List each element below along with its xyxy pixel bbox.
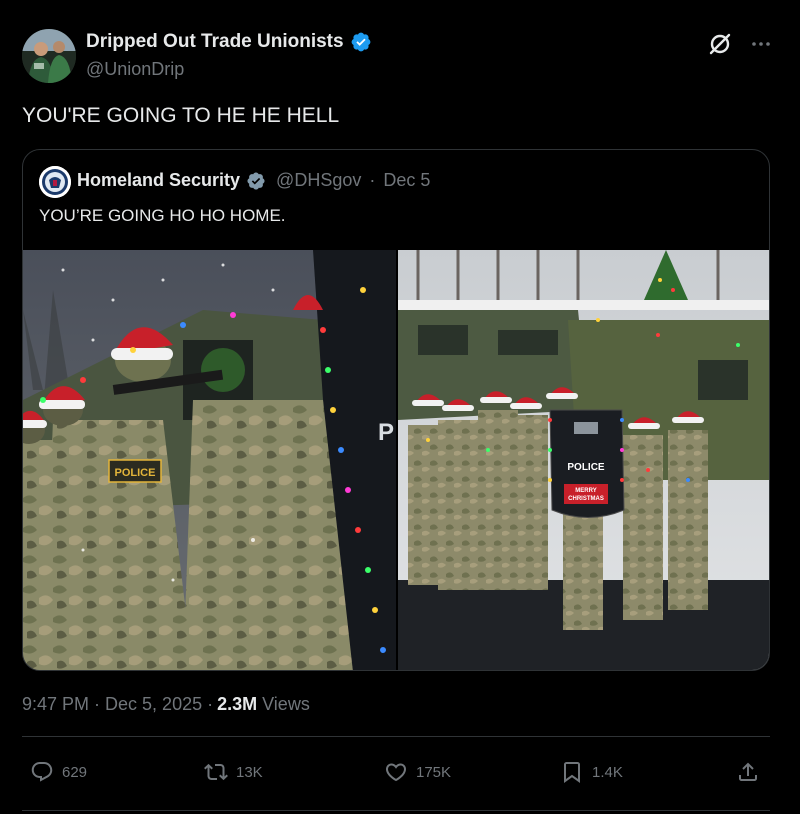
like-icon (385, 763, 407, 782)
repost-count: 13K (236, 763, 263, 781)
quoted-image-left[interactable]: P POLICE (23, 250, 396, 670)
author-handle[interactable]: @UnionDrip (86, 59, 184, 80)
post: Dripped Out Trade Unionists @UnionDrip Y… (0, 0, 800, 814)
bookmark-icon (564, 762, 580, 783)
post-meta: 9:47 PM · Dec 5, 2025 · 2.3M Views (22, 694, 310, 715)
author-avatar-image (22, 29, 76, 83)
views-label: Views (262, 694, 310, 714)
like-button[interactable]: 175K (384, 760, 451, 784)
more-icon[interactable] (748, 31, 774, 57)
post-text: YOU'RE GOING TO HE HE HELL (22, 104, 340, 127)
author-avatar[interactable] (22, 29, 76, 83)
shield-sub-line2: CHRISTMAS (568, 496, 604, 502)
quoted-post[interactable]: Homeland Security @DHSgov · Dec 5 YOU’RE… (22, 149, 770, 671)
quoted-text: YOU’RE GOING HO HO HOME. (39, 206, 286, 225)
share-button[interactable] (736, 760, 760, 784)
divider (22, 736, 770, 737)
police-patch-left: POLICE (115, 467, 156, 479)
action-bar: 629 13K 175K 1.4K (22, 760, 770, 790)
quoted-separator: · (369, 170, 376, 190)
shield-label-right: POLICE (567, 462, 605, 473)
like-count: 175K (416, 763, 452, 781)
bookmark-button[interactable]: 1.4K (560, 760, 623, 784)
reply-icon (31, 762, 53, 782)
views-count: 2.3M (217, 694, 258, 714)
bottom-divider (22, 810, 770, 811)
reply-button[interactable]: 629 (30, 760, 87, 784)
verified-badge-icon[interactable] (350, 31, 372, 53)
share-icon (739, 762, 757, 781)
quoted-handle[interactable]: @DHSgov (276, 170, 361, 191)
quoted-name-row: Homeland Security @DHSgov · Dec 5 (77, 170, 430, 191)
quoted-date[interactable]: Dec 5 (383, 170, 430, 191)
dhs-seal-icon (39, 166, 71, 198)
author-name-row: Dripped Out Trade Unionists (86, 31, 372, 53)
repost-icon (204, 763, 228, 781)
author-display-name[interactable]: Dripped Out Trade Unionists (86, 31, 344, 53)
bookmark-count: 1.4K (592, 763, 623, 781)
quoted-image-right[interactable]: POLICE MERRY CHRISTMAS (398, 250, 769, 670)
reply-count: 629 (62, 763, 88, 781)
grok-icon[interactable] (707, 31, 733, 57)
shield-label-left: P (378, 419, 394, 446)
quoted-display-name[interactable]: Homeland Security (77, 170, 240, 191)
shield-sub-line1: MERRY (575, 488, 596, 494)
post-time[interactable]: 9:47 PM · Dec 5, 2025 · (22, 694, 213, 715)
repost-button[interactable]: 13K (204, 760, 263, 784)
verified-badge-icon[interactable] (246, 171, 266, 191)
quoted-author-avatar[interactable] (39, 166, 71, 198)
